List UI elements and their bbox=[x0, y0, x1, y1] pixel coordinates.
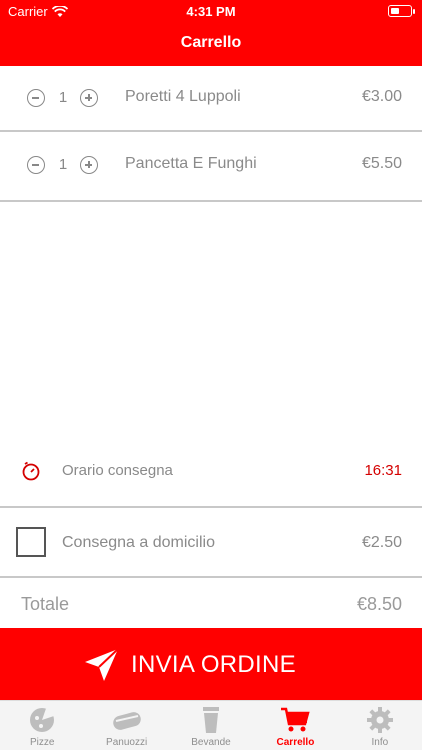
timer-icon bbox=[22, 461, 40, 481]
page-title: Carrello bbox=[180, 34, 242, 51]
battery-icon bbox=[388, 5, 415, 17]
tab-bar: Pizze Panuozzi Bevande Carrello Info bbox=[0, 700, 422, 750]
total-row: Totale €8.50 bbox=[0, 580, 422, 628]
tab-label: Panuozzi bbox=[106, 737, 148, 748]
delivery-time-value[interactable]: 16:31 bbox=[364, 462, 402, 479]
decrease-quantity-button[interactable] bbox=[27, 156, 45, 174]
tab-panuozzi[interactable]: Panuozzi bbox=[84, 701, 168, 750]
tab-label: Info bbox=[371, 737, 389, 748]
item-quantity: 1 bbox=[58, 89, 68, 106]
total-label: Totale bbox=[21, 594, 70, 614]
cup-icon bbox=[203, 707, 220, 733]
sandwich-icon bbox=[112, 712, 141, 730]
item-name: Pancetta E Funghi bbox=[125, 155, 257, 172]
home-delivery-label: Consegna a domicilio bbox=[62, 534, 215, 551]
tab-bevande[interactable]: Bevande bbox=[169, 701, 253, 750]
tab-label: Pizze bbox=[29, 737, 55, 748]
cart-item-row: 1 Pancetta E Funghi €5.50 bbox=[0, 132, 422, 202]
tab-label: Carrello bbox=[276, 737, 315, 748]
increase-quantity-button[interactable] bbox=[80, 89, 98, 107]
tab-label: Bevande bbox=[191, 737, 231, 748]
navigation-bar: Carrier 4:31 PM Carrello bbox=[0, 0, 422, 66]
decrease-quantity-button[interactable] bbox=[27, 89, 45, 107]
tab-carrello[interactable]: Carrello bbox=[253, 701, 337, 750]
cart-icon bbox=[281, 707, 311, 732]
submit-order-button[interactable]: INVIA ORDINE bbox=[0, 628, 422, 700]
paper-plane-icon bbox=[85, 648, 119, 681]
status-time: 4:31 PM bbox=[186, 4, 236, 19]
tab-info[interactable]: Info bbox=[338, 701, 422, 750]
total-value: €8.50 bbox=[356, 594, 402, 614]
delivery-time-row[interactable]: Orario consegna 16:31 bbox=[0, 446, 422, 496]
cart-item-row: 1 Poretti 4 Luppoli €3.00 bbox=[0, 66, 422, 132]
status-bar: Carrier 4:31 PM bbox=[0, 0, 422, 24]
pizza-icon bbox=[30, 708, 55, 732]
home-delivery-price: €2.50 bbox=[361, 534, 402, 551]
item-name: Poretti 4 Luppoli bbox=[125, 88, 241, 105]
submit-order-label: INVIA ORDINE bbox=[131, 651, 296, 678]
tab-pizze[interactable]: Pizze bbox=[0, 701, 84, 750]
item-price: €3.00 bbox=[361, 88, 402, 105]
home-delivery-row: Consegna a domicilio €2.50 bbox=[0, 506, 422, 578]
home-delivery-checkbox[interactable] bbox=[16, 527, 46, 557]
delivery-time-label: Orario consegna bbox=[62, 462, 173, 479]
item-quantity: 1 bbox=[58, 156, 68, 173]
increase-quantity-button[interactable] bbox=[80, 156, 98, 174]
gear-icon bbox=[366, 707, 393, 733]
item-price: €5.50 bbox=[361, 155, 402, 172]
